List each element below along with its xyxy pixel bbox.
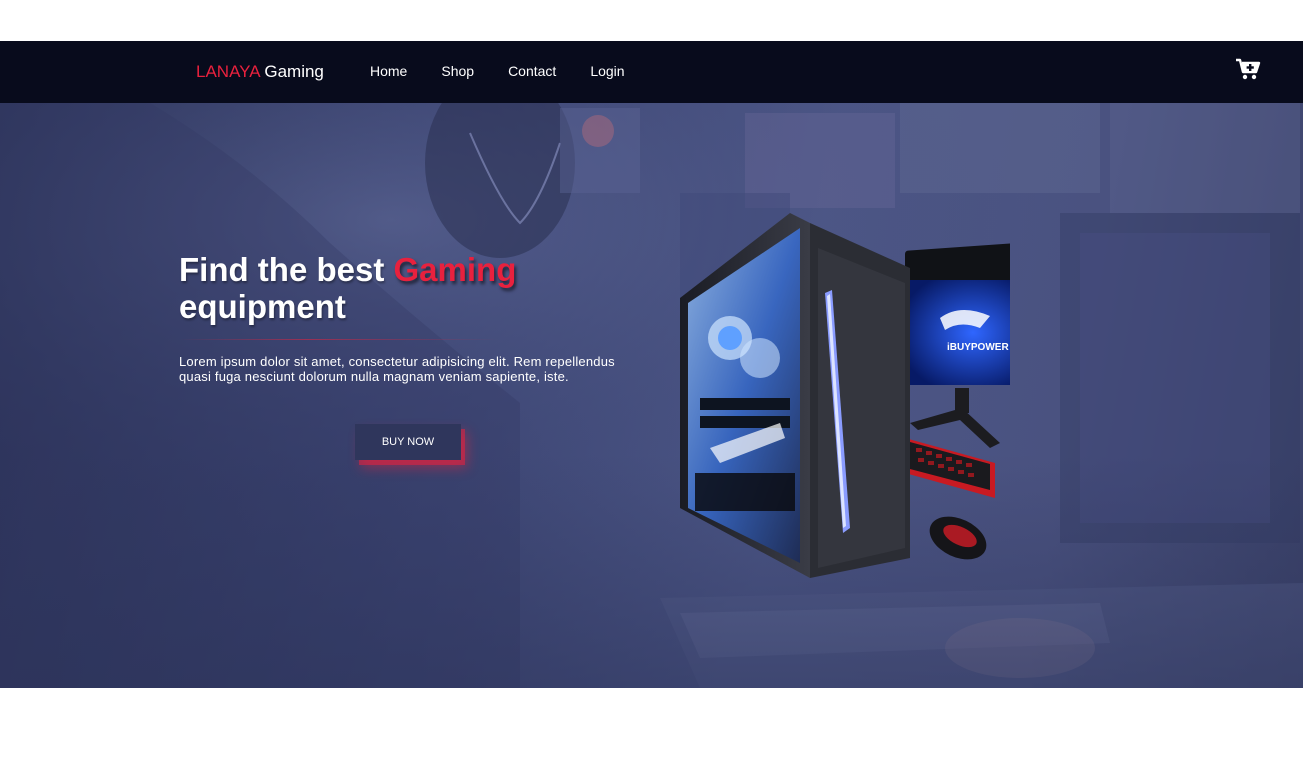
- hero-description: Lorem ipsum dolor sit amet, consectetur …: [179, 354, 615, 384]
- navbar: LANAYA Gaming Home Shop Contact Login: [0, 41, 1303, 103]
- hero-background-image: [0, 103, 1303, 688]
- hero-title-accent: Gaming: [393, 251, 517, 288]
- hero-divider: [179, 339, 499, 340]
- hero-section: Find the best Gaming equipment Lorem ipsu…: [0, 103, 1303, 688]
- hero-title-part1: Find the best: [179, 251, 394, 288]
- nav-links: Home Shop Contact Login: [370, 63, 659, 79]
- hero-title: Find the best Gaming equipment: [179, 251, 516, 325]
- gaming-pc-product-image: iBUYPOWER: [680, 213, 1010, 578]
- page: LANAYA Gaming Home Shop Contact Login Fi…: [0, 0, 1303, 767]
- nav-link-contact[interactable]: Contact: [508, 63, 556, 79]
- hero-title-part2: equipment: [179, 288, 346, 325]
- brand-accent: LANAYA: [196, 62, 260, 81]
- nav-link-login[interactable]: Login: [590, 63, 624, 79]
- monitor-brand-text: iBUYPOWER: [947, 342, 1009, 353]
- nav-link-home[interactable]: Home: [370, 63, 407, 79]
- brand-logo[interactable]: LANAYA Gaming: [196, 62, 324, 82]
- nav-link-shop[interactable]: Shop: [441, 63, 474, 79]
- cart-icon[interactable]: [1235, 56, 1261, 82]
- buy-now-button[interactable]: BUY NOW: [355, 424, 461, 460]
- brand-rest: Gaming: [259, 62, 324, 81]
